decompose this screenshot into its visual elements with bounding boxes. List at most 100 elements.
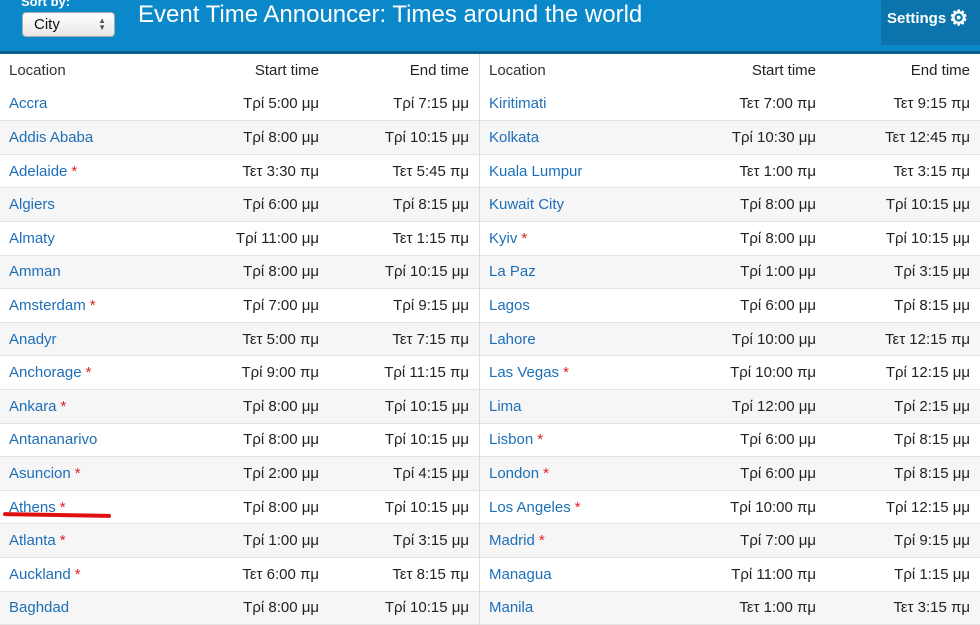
city-link[interactable]: La Paz bbox=[489, 263, 536, 280]
table-row: Lima Τρί 12:00 μμΤρί 2:15 μμ bbox=[480, 390, 980, 424]
city-link[interactable]: Algiers bbox=[9, 196, 55, 213]
end-time: Τρί 10:15 μμ bbox=[319, 599, 469, 616]
start-time: Τρί 2:00 μμ bbox=[180, 465, 319, 482]
start-time: Τετ 1:00 πμ bbox=[650, 599, 816, 616]
header-start-time: Start time bbox=[650, 62, 816, 79]
start-time: Τετ 1:00 πμ bbox=[650, 163, 816, 180]
dst-marker: * bbox=[537, 431, 543, 448]
city-link[interactable]: Kuala Lumpur bbox=[489, 163, 582, 180]
city-link[interactable]: Ankara bbox=[9, 398, 57, 415]
table-row: Lisbon*Τρί 6:00 μμΤρί 8:15 μμ bbox=[480, 424, 980, 458]
dst-marker: * bbox=[75, 465, 81, 482]
table-row: Ankara*Τρί 8:00 μμΤρί 10:15 μμ bbox=[0, 390, 479, 424]
end-time: Τρί 10:15 μμ bbox=[319, 431, 469, 448]
start-time: Τρί 11:00 μμ bbox=[180, 230, 319, 247]
table-row: Managua Τρί 11:00 πμΤρί 1:15 μμ bbox=[480, 558, 980, 592]
city-link[interactable]: Los Angeles bbox=[489, 499, 571, 516]
start-time: Τρί 1:00 μμ bbox=[650, 263, 816, 280]
city-link[interactable]: Atlanta bbox=[9, 532, 56, 549]
city-link[interactable]: Lisbon bbox=[489, 431, 533, 448]
city-link[interactable]: Kyiv bbox=[489, 230, 517, 247]
city-link[interactable]: Madrid bbox=[489, 532, 535, 549]
start-time: Τρί 12:00 μμ bbox=[650, 398, 816, 415]
dst-marker: * bbox=[543, 465, 549, 482]
header-location: Location bbox=[0, 62, 180, 79]
city-link[interactable]: Adelaide bbox=[9, 163, 67, 180]
gear-icon: ⚙ bbox=[949, 7, 968, 30]
start-time: Τρί 8:00 μμ bbox=[180, 599, 319, 616]
select-arrows-icon: ▲▼ bbox=[98, 17, 106, 31]
end-time: Τετ 12:45 πμ bbox=[816, 129, 970, 146]
end-time: Τρί 3:15 μμ bbox=[816, 263, 970, 280]
table-row: Auckland*Τετ 6:00 πμΤετ 8:15 πμ bbox=[0, 558, 479, 592]
table-row: Kyiv*Τρί 8:00 μμΤρί 10:15 μμ bbox=[480, 222, 980, 256]
dst-marker: * bbox=[90, 297, 96, 314]
start-time: Τρί 11:00 πμ bbox=[650, 566, 816, 583]
city-link[interactable]: Anadyr bbox=[9, 331, 57, 348]
city-link[interactable]: Almaty bbox=[9, 230, 55, 247]
city-link[interactable]: Kuwait City bbox=[489, 196, 564, 213]
city-link[interactable]: Addis Ababa bbox=[9, 129, 93, 146]
table-row: Asuncion*Τρί 2:00 μμΤρί 4:15 μμ bbox=[0, 457, 479, 491]
city-link[interactable]: Kiritimati bbox=[489, 95, 547, 112]
start-time: Τρί 1:00 μμ bbox=[180, 532, 319, 549]
table-row: AntananarivoΤρί 8:00 μμΤρί 10:15 μμ bbox=[0, 424, 479, 458]
start-time: Τετ 7:00 πμ bbox=[650, 95, 816, 112]
end-time: Τρί 8:15 μμ bbox=[816, 465, 970, 482]
start-time: Τρί 8:00 μμ bbox=[180, 398, 319, 415]
city-link[interactable]: Lagos bbox=[489, 297, 530, 314]
city-link[interactable]: Las Vegas bbox=[489, 364, 559, 381]
end-time: Τετ 9:15 πμ bbox=[816, 95, 970, 112]
city-link[interactable]: Auckland bbox=[9, 566, 71, 583]
city-link[interactable]: Accra bbox=[9, 95, 47, 112]
city-link[interactable]: Lima bbox=[489, 398, 522, 415]
settings-button[interactable]: Settings⚙ bbox=[881, 0, 980, 45]
start-time: Τρί 6:00 μμ bbox=[180, 196, 319, 213]
city-link[interactable]: Lahore bbox=[489, 331, 536, 348]
dst-marker: * bbox=[521, 230, 527, 247]
table-row: Adelaide*Τετ 3:30 πμΤετ 5:45 πμ bbox=[0, 155, 479, 189]
times-table-right: LocationStart timeEnd timeKiritimatiΤετ … bbox=[480, 54, 980, 625]
dst-marker: * bbox=[60, 532, 66, 549]
end-time: Τετ 5:45 πμ bbox=[319, 163, 469, 180]
city-link[interactable]: Managua bbox=[489, 566, 552, 583]
start-time: Τρί 7:00 μμ bbox=[650, 532, 816, 549]
start-time: Τρί 6:00 μμ bbox=[650, 297, 816, 314]
city-link[interactable]: Amman bbox=[9, 263, 61, 280]
city-link[interactable]: Anchorage bbox=[9, 364, 82, 381]
city-link[interactable]: Antananarivo bbox=[9, 431, 97, 448]
dst-marker: * bbox=[563, 364, 569, 381]
table-row: AmmanΤρί 8:00 μμΤρί 10:15 μμ bbox=[0, 256, 479, 290]
header-start-time: Start time bbox=[180, 62, 319, 79]
sort-select[interactable]: City ▲▼ bbox=[22, 12, 115, 37]
sort-value: City bbox=[34, 16, 60, 33]
table-row: KolkataΤρί 10:30 μμΤετ 12:45 πμ bbox=[480, 121, 980, 155]
start-time: Τρί 10:00 πμ bbox=[650, 364, 816, 381]
table-row: Baghdad Τρί 8:00 μμΤρί 10:15 μμ bbox=[0, 592, 479, 625]
table-row: ManilaΤετ 1:00 πμΤετ 3:15 πμ bbox=[480, 592, 980, 625]
header-end-time: End time bbox=[319, 62, 469, 79]
city-link[interactable]: Baghdad bbox=[9, 599, 69, 616]
start-time: Τρί 6:00 μμ bbox=[650, 431, 816, 448]
city-link[interactable]: Asuncion bbox=[9, 465, 71, 482]
city-link[interactable]: London bbox=[489, 465, 539, 482]
city-link[interactable]: Amsterdam bbox=[9, 297, 86, 314]
table-row: Kuala LumpurΤετ 1:00 πμΤετ 3:15 πμ bbox=[480, 155, 980, 189]
times-table-left: LocationStart timeEnd time Accra Τρί 5:00 … bbox=[0, 54, 480, 625]
table-row: Atlanta*Τρί 1:00 μμΤρί 3:15 μμ bbox=[0, 524, 479, 558]
city-link[interactable]: Kolkata bbox=[489, 129, 539, 146]
start-time: Τρί 8:00 μμ bbox=[180, 263, 319, 280]
end-time: Τετ 12:15 πμ bbox=[816, 331, 970, 348]
end-time: Τετ 8:15 πμ bbox=[319, 566, 469, 583]
end-time: Τρί 7:15 μμ bbox=[319, 95, 469, 112]
table-row: Amsterdam*Τρί 7:00 μμΤρί 9:15 μμ bbox=[0, 289, 479, 323]
table-row: London*Τρί 6:00 μμΤρί 8:15 μμ bbox=[480, 457, 980, 491]
end-time: Τρί 1:15 μμ bbox=[816, 566, 970, 583]
end-time: Τρί 2:15 μμ bbox=[816, 398, 970, 415]
end-time: Τρί 10:15 μμ bbox=[816, 196, 970, 213]
end-time: Τετ 1:15 πμ bbox=[319, 230, 469, 247]
start-time: Τρί 5:00 μμ bbox=[180, 95, 319, 112]
city-link[interactable]: Manila bbox=[489, 599, 533, 616]
start-time: Τρί 8:00 μμ bbox=[650, 230, 816, 247]
table-row: Addis AbabaΤρί 8:00 μμΤρί 10:15 μμ bbox=[0, 121, 479, 155]
